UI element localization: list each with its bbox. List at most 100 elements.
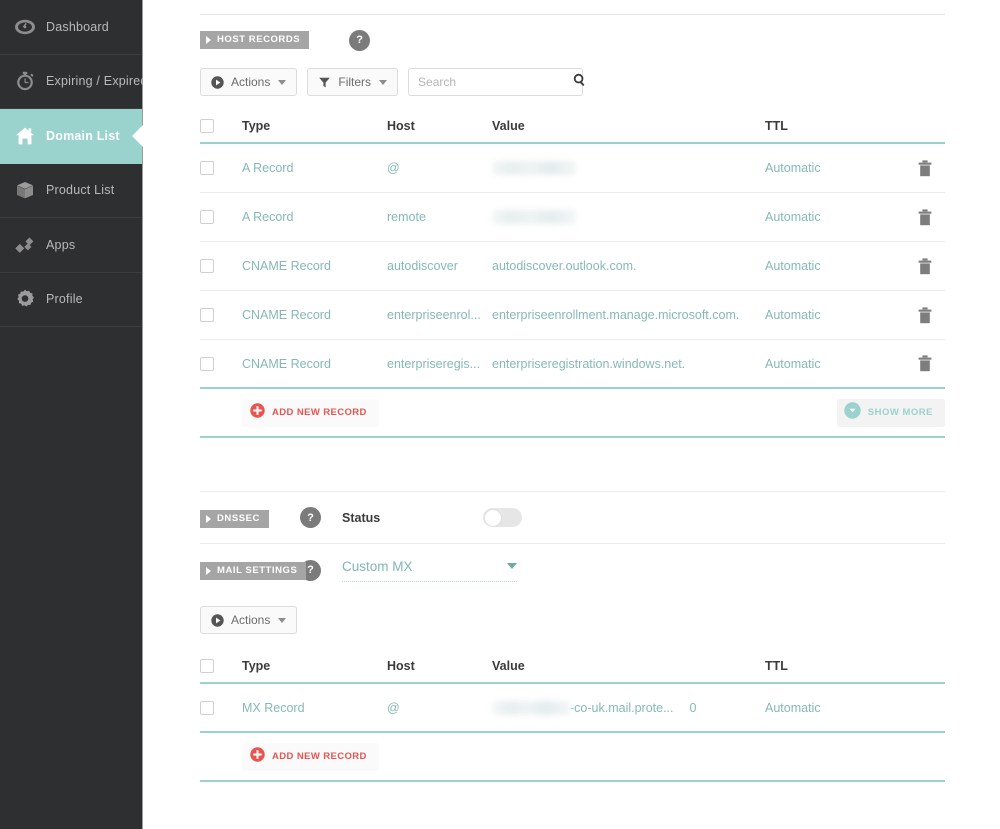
dnssec-row: DNSSEC ? Status [200,492,945,544]
select-all-checkbox[interactable] [200,659,214,673]
dnssec-status-toggle[interactable] [483,508,522,527]
funnel-icon [318,76,331,89]
row-checkbox[interactable] [200,700,214,715]
row-checkbox[interactable] [200,356,214,371]
plus-circle-icon [250,746,265,767]
sidebar-item-product-list[interactable]: Product List [0,164,142,218]
table-row: CNAME Record enterpriseregis... enterpri… [200,340,945,389]
host-records-table-footer: ADD NEW RECORD SHOW MORE [200,389,945,438]
add-new-mx-record-button[interactable]: ADD NEW RECORD [242,742,379,771]
table-row: MX Record @ -co-uk.mail.prote... 0 Autom… [200,684,945,733]
search-box[interactable] [408,68,585,96]
chevron-down-icon [507,563,517,569]
select-all-cell [200,119,242,133]
actions-button-label: Actions [231,75,271,89]
cell-host: enterpriseregis... [387,356,481,371]
add-new-record-label: ADD NEW RECORD [272,407,367,418]
mail-actions-button-label: Actions [231,613,271,627]
sidebar-item-apps[interactable]: Apps [0,218,142,273]
cell-value-redacted [492,161,576,175]
table-row: CNAME Record autodiscover autodiscover.o… [200,242,945,291]
host-records-section-tag[interactable]: HOST RECORDS [200,31,310,49]
filters-button-label: Filters [338,75,372,89]
host-records-header: HOST RECORDS ? [200,29,945,51]
delete-record-icon[interactable] [918,306,932,324]
sidebar-item-domain-list[interactable]: Domain List [0,109,143,164]
search-icon[interactable] [573,73,587,92]
plus-circle-icon [250,402,265,423]
top-divider [200,14,945,15]
mail-settings-section-tag[interactable]: MAIL SETTINGS [200,562,307,580]
cell-priority: 0 [689,700,697,715]
delete-record-icon[interactable] [918,355,932,372]
cell-host: enterpriseenrol... [387,308,481,322]
row-checkbox[interactable] [200,259,214,273]
stopwatch-icon [13,69,37,93]
sidebar-item-label: Profile [46,292,83,307]
column-header-value: Value [492,659,525,673]
dashboard-gauge-icon [13,15,37,39]
host-records-toolbar: Actions Filters [200,68,945,96]
cell-ttl: Automatic [765,161,821,175]
add-new-record-button[interactable]: ADD NEW RECORD [242,398,379,427]
mail-settings-toolbar: Actions [200,606,945,634]
filters-button[interactable]: Filters [307,68,399,96]
column-header-ttl: TTL [765,119,788,133]
mail-actions-button[interactable]: Actions [200,606,298,634]
column-header-ttl: TTL [765,659,788,673]
sidebar-item-label: Expiring / Expired [46,74,148,89]
host-records-help-icon[interactable]: ? [349,29,371,51]
toggle-knob [484,509,501,526]
mail-settings-select[interactable]: Custom MX [342,558,517,582]
cell-value-redacted [492,210,576,224]
select-all-checkbox[interactable] [200,119,214,133]
cell-type: MX Record [242,700,305,715]
mail-records-table-footer: ADD NEW RECORD [200,733,945,782]
sidebar-item-profile[interactable]: Profile [0,273,142,327]
add-new-record-label: ADD NEW RECORD [272,751,367,762]
sidebar-item-label: Domain List [46,128,120,143]
cell-host: @ [387,700,400,715]
cell-value: autodiscover.outlook.com. [492,259,637,273]
cell-value-suffix: -co-uk.mail.prote... [570,700,674,715]
cell-type: CNAME Record [242,356,331,371]
cell-type: A Record [242,210,294,224]
play-circle-icon [211,75,224,89]
mail-settings-row: MAIL SETTINGS ? Custom MX [200,544,945,596]
delete-record-icon[interactable] [918,159,932,177]
delete-record-icon[interactable] [918,208,932,226]
column-header-host: Host [387,119,415,133]
main-content: HOST RECORDS ? Actions Filters Search Ty… [143,0,1000,829]
sidebar-item-label: Dashboard [46,19,109,34]
sidebar-item-dashboard[interactable]: Dashboard [0,0,142,55]
cell-host: remote [387,210,426,224]
dnssec-section-tag[interactable]: DNSSEC [200,509,269,528]
cell-type: A Record [242,161,294,175]
table-row: CNAME Record enterpriseenrol... enterpri… [200,291,945,340]
delete-record-icon[interactable] [918,257,932,275]
search-input[interactable] [418,75,574,89]
dnssec-help-icon[interactable]: ? [300,507,321,528]
cell-ttl: Automatic [765,308,821,322]
chevron-down-icon [278,617,287,623]
row-checkbox[interactable] [200,210,214,224]
house-icon [13,124,37,148]
actions-button[interactable]: Actions [200,68,298,96]
cell-value: enterpriseregistration.windows.net. [492,356,686,371]
show-more-button[interactable]: SHOW MORE [836,398,945,427]
box-icon [13,178,37,202]
sidebar-item-label: Product List [46,183,115,198]
sidebar-item-expiring-expired[interactable]: Expiring / Expired [0,55,147,109]
row-checkbox[interactable] [200,308,214,322]
mail-settings-selected-value: Custom MX [342,559,413,574]
active-indicator-arrow-icon [132,124,143,147]
cell-ttl: Automatic [765,259,821,273]
gear-icon [13,287,37,311]
column-header-value: Value [492,119,525,133]
show-more-label: SHOW MORE [867,407,933,418]
cell-ttl: Automatic [765,356,821,371]
column-header-type: Type [242,659,271,673]
page-root: Dashboard Expiring / Expired Domain List… [0,0,1000,829]
row-checkbox[interactable] [200,161,214,175]
play-circle-icon [211,613,224,627]
